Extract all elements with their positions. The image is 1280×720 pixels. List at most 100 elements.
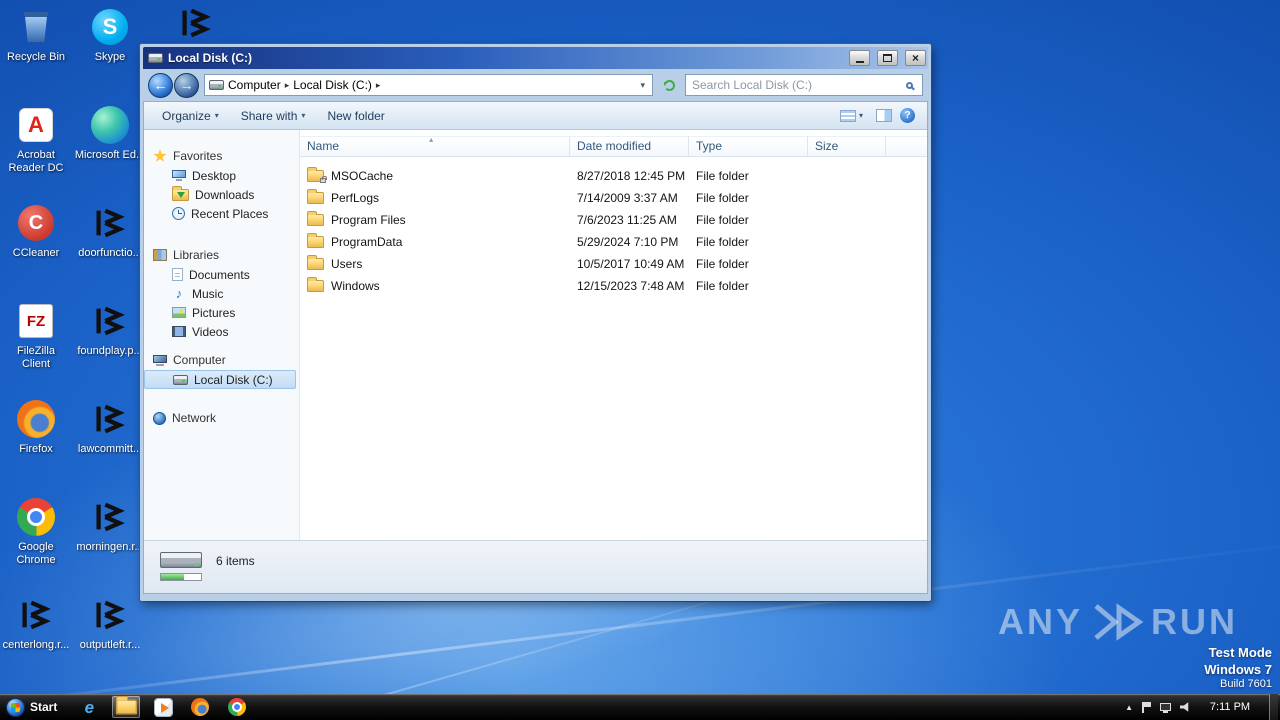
sort-ascending-icon: ▴ — [429, 135, 434, 144]
file-row-program-files[interactable]: Program Files 7/6/2023 11:25 AM File fol… — [300, 209, 927, 231]
action-center-icon[interactable] — [1142, 701, 1151, 713]
videos-icon — [172, 326, 186, 337]
desktop-icon-centerlong[interactable]: centerlong.r... — [3, 594, 69, 652]
desktop-icon-chrome[interactable]: Google Chrome — [3, 496, 69, 567]
chevron-down-icon: ▾ — [214, 111, 219, 120]
nav-group-computer[interactable]: Computer — [144, 350, 299, 370]
minimize-button[interactable] — [849, 50, 870, 66]
file-row-users[interactable]: Users 10/5/2017 10:49 AM File folder — [300, 253, 927, 275]
maximize-button[interactable] — [877, 50, 898, 66]
column-header-name[interactable]: Name ▴ — [300, 136, 570, 157]
folder-icon — [307, 233, 324, 248]
desktop-icon-label: doorfunctio... — [78, 247, 142, 259]
desktop-icon-outputleft[interactable]: outputleft.r... — [77, 594, 143, 652]
star-icon — [153, 149, 167, 162]
refresh-button[interactable] — [658, 74, 680, 96]
nav-group-favorites[interactable]: Favorites — [144, 146, 299, 166]
file-row-windows[interactable]: Windows 12/15/2023 7:48 AM File folder — [300, 275, 927, 297]
refresh-icon — [663, 79, 675, 91]
chevron-down-icon: ▾ — [301, 111, 306, 120]
window-titlebar[interactable]: Local Disk (C:) × — [143, 47, 928, 69]
libraries-icon — [153, 249, 167, 261]
breadcrumb-computer[interactable]: Computer — [228, 78, 281, 92]
desktop-icon-label: centerlong.r... — [2, 639, 70, 651]
breadcrumb[interactable]: Computer ▸ Local Disk (C:) ▸ ▾ — [204, 74, 653, 96]
nav-item-desktop[interactable]: Desktop — [144, 166, 299, 185]
file-row-programdata[interactable]: ProgramData 5/29/2024 7:10 PM File folde… — [300, 231, 927, 253]
window-drive-icon — [148, 53, 163, 63]
column-header-type[interactable]: Type — [689, 136, 808, 157]
taskbar-chrome-icon[interactable] — [223, 696, 251, 718]
volume-icon[interactable] — [1180, 702, 1189, 712]
organize-button[interactable]: Organize ▾ — [152, 105, 229, 127]
desktop-icon-partial[interactable] — [163, 2, 229, 44]
folder-icon — [307, 211, 324, 226]
preview-pane-button[interactable] — [876, 109, 892, 122]
desktop-icon-morningen[interactable]: morningen.r... — [76, 496, 144, 554]
desktop-icon-acrobat[interactable]: Acrobat Reader DC — [3, 104, 69, 175]
network-icon — [153, 411, 166, 425]
network-tray-icon[interactable] — [1160, 703, 1171, 713]
drive-icon — [173, 374, 188, 385]
desktop-icon-label: Firefox — [19, 443, 53, 455]
taskbar-pinned-icons: e — [75, 694, 251, 720]
taskbar-internet-explorer-icon[interactable]: e — [75, 696, 103, 718]
nav-group-libraries[interactable]: Libraries — [144, 245, 299, 265]
desktop-icon-skype[interactable]: Skype — [77, 6, 143, 64]
share-with-button[interactable]: Share with ▾ — [231, 105, 316, 127]
back-button[interactable]: ← — [148, 72, 173, 98]
nav-item-pictures[interactable]: Pictures — [144, 303, 299, 322]
anyrun-file-icon — [91, 496, 129, 538]
desktop-icon-edge[interactable]: Microsoft Ed... — [74, 104, 146, 162]
desktop-icon-label: Microsoft Ed... — [74, 149, 146, 161]
nav-item-documents[interactable]: Documents — [144, 265, 299, 284]
documents-icon — [172, 268, 183, 281]
help-button[interactable]: ? — [900, 108, 915, 123]
search-input[interactable] — [686, 78, 906, 92]
column-headers: Name ▴ Date modified Type Size — [300, 136, 927, 157]
desktop-icon-doorfunctio[interactable]: doorfunctio... — [77, 202, 143, 260]
desktop-icon-ccleaner[interactable]: CCleaner — [3, 202, 69, 260]
desktop-icon-lawcommitt[interactable]: lawcommitt... — [77, 398, 143, 456]
nav-item-videos[interactable]: Videos — [144, 322, 299, 341]
music-icon: ♪ — [175, 285, 183, 301]
file-row-msocache[interactable]: MSOCache 8/27/2018 12:45 PM File folder — [300, 165, 927, 187]
column-header-date-modified[interactable]: Date modified — [570, 136, 689, 157]
breadcrumb-local-disk[interactable]: Local Disk (C:) — [293, 78, 372, 92]
clock-icon — [172, 207, 185, 220]
folder-icon — [307, 277, 324, 292]
column-header-blank — [886, 136, 927, 157]
pictures-icon — [172, 307, 186, 318]
start-button[interactable]: Start — [0, 694, 67, 720]
anyrun-file-icon — [91, 202, 129, 244]
nav-item-local-disk-c[interactable]: Local Disk (C:) — [144, 370, 296, 389]
desktop-icon-filezilla[interactable]: FileZilla Client — [3, 300, 69, 371]
nav-item-music[interactable]: ♪ Music — [144, 284, 299, 303]
folder-icon — [307, 167, 327, 183]
downloads-icon — [172, 185, 189, 201]
change-view-button[interactable]: ▾ — [835, 107, 868, 125]
forward-button[interactable]: → — [174, 72, 199, 98]
show-desktop-button[interactable] — [1269, 694, 1278, 720]
close-button[interactable]: × — [905, 50, 926, 66]
desktop-icon-label: foundplay.p... — [77, 345, 143, 357]
taskbar-windows-explorer-icon[interactable] — [112, 695, 141, 718]
nav-item-recent-places[interactable]: Recent Places — [144, 204, 299, 223]
taskbar-clock[interactable]: 7:11 PM — [1207, 701, 1253, 713]
file-row-perflogs[interactable]: PerfLogs 7/14/2009 3:37 AM File folder — [300, 187, 927, 209]
column-header-size[interactable]: Size — [808, 136, 886, 157]
desktop-icon-firefox[interactable]: Firefox — [3, 398, 69, 456]
desktop-icon-recycle-bin[interactable]: Recycle Bin — [3, 6, 69, 64]
explorer-window: Local Disk (C:) × ← → Computer ▸ Local D… — [140, 44, 931, 601]
address-dropdown-icon[interactable]: ▾ — [637, 80, 648, 91]
acrobat-reader-icon — [19, 104, 53, 146]
file-rows: MSOCache 8/27/2018 12:45 PM File folder … — [300, 165, 927, 297]
taskbar-firefox-icon[interactable] — [186, 696, 214, 718]
hidden-icons-button[interactable]: ▲ — [1125, 703, 1133, 712]
desktop-icon — [172, 170, 186, 181]
new-folder-button[interactable]: New folder — [317, 105, 394, 127]
desktop-icon-foundplay[interactable]: foundplay.p... — [77, 300, 143, 358]
taskbar-media-player-icon[interactable] — [149, 696, 177, 718]
nav-item-downloads[interactable]: Downloads — [144, 185, 299, 204]
nav-group-network[interactable]: Network — [144, 408, 299, 428]
